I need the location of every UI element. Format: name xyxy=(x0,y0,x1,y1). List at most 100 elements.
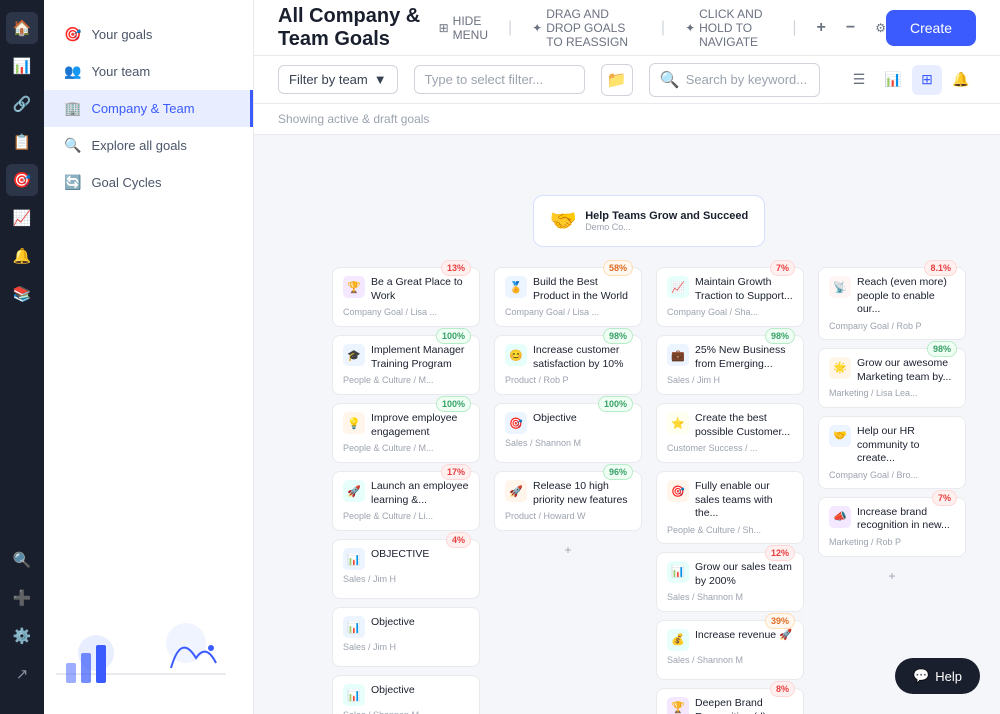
goal-meta: Sales / Jim H xyxy=(343,574,469,584)
goal-icon: 📊 xyxy=(343,616,365,638)
goal-card[interactable]: 58%🏅Build the Best Product in the WorldC… xyxy=(494,267,642,327)
goal-title: Be a Great Place to Work xyxy=(371,276,469,303)
goal-card[interactable]: 📊ObjectiveSales / Shannon M xyxy=(332,675,480,714)
goal-badge: 98% xyxy=(765,328,795,344)
icon-bar-book[interactable]: 📚 xyxy=(6,278,38,310)
goal-card[interactable]: 7%📣Increase brand recognition in new...M… xyxy=(818,497,966,557)
sidebar-item-your-goals[interactable]: 🎯 Your goals xyxy=(44,16,253,53)
sidebar-item-explore[interactable]: 🔍 Explore all goals xyxy=(44,127,253,164)
icon-bar-trending[interactable]: 📈 xyxy=(6,202,38,234)
create-button[interactable]: Create xyxy=(886,10,976,46)
goal-card[interactable]: 98%🌟Grow our awesome Marketing team by..… xyxy=(818,348,966,408)
goal-column-3: 7%📈Maintain Growth Traction to Support..… xyxy=(656,267,804,714)
list-view-btn[interactable]: ☰ xyxy=(844,65,874,95)
zoom-in-btn[interactable]: + xyxy=(817,19,826,37)
icon-bar-list[interactable]: 📋 xyxy=(6,126,38,158)
icon-bar-target[interactable]: 🎯 xyxy=(6,164,38,196)
navigate-btn[interactable]: ✦ CLICK AND HOLD TO NAVIGATE xyxy=(685,7,772,49)
goal-meta: People & Culture / M... xyxy=(343,375,469,385)
goal-meta: People & Culture / M... xyxy=(343,443,469,453)
sidebar-item-company-team[interactable]: 🏢 Company & Team xyxy=(44,90,253,127)
goal-badge: 96% xyxy=(603,464,633,480)
type-filter-input[interactable]: Type to select filter... xyxy=(414,65,585,94)
canvas-area[interactable]: 🤝 Help Teams Grow and Succeed Demo Co...… xyxy=(254,135,1000,714)
goal-icon: 😊 xyxy=(505,344,527,366)
icon-bar-settings[interactable]: ⚙️ xyxy=(6,620,38,652)
icon-bar-search[interactable]: 🔍 xyxy=(6,544,38,576)
search-input[interactable] xyxy=(686,72,809,87)
help-icon: 💬 xyxy=(913,668,929,684)
folder-icon: 📁 xyxy=(607,70,627,90)
drag-drop-btn[interactable]: ✦ DRAG AND DROP GOALS TO REASSIGN xyxy=(532,7,641,49)
nav-sep2: | xyxy=(661,19,665,37)
sidebar-item-your-team[interactable]: 👥 Your team xyxy=(44,53,253,90)
goal-card[interactable]: ⭐Create the best possible Customer...Cus… xyxy=(656,403,804,463)
goal-title: Launch an employee learning &... xyxy=(371,480,469,507)
filter-label: Filter by team xyxy=(289,72,368,87)
goal-card[interactable]: 96%🚀Release 10 high priority new feature… xyxy=(494,471,642,531)
grid-view-btn[interactable]: ⊞ xyxy=(912,65,942,95)
goal-badge: 100% xyxy=(436,396,471,412)
goal-meta: Company Goal / Lisa ... xyxy=(505,307,631,317)
search-box[interactable]: 🔍 xyxy=(649,63,820,97)
icon-bar-link[interactable]: 🔗 xyxy=(6,88,38,120)
goal-card[interactable]: 7%📈Maintain Growth Traction to Support..… xyxy=(656,267,804,327)
main-content: All Company & Team Goals ⊞ HIDE MENU | ✦… xyxy=(254,0,1000,714)
goal-card[interactable]: 12%📊Grow our sales team by 200%Sales / S… xyxy=(656,552,804,612)
sidebar-label-company-team: Company & Team xyxy=(91,101,194,116)
goal-card[interactable]: 100%🎯ObjectiveSales / Shannon M xyxy=(494,403,642,463)
add-goal-button[interactable]: + xyxy=(818,565,966,587)
goal-meta: People & Culture / Sh... xyxy=(667,525,793,535)
goal-title: Objective xyxy=(533,412,577,426)
icon-bar-bell[interactable]: 🔔 xyxy=(6,240,38,272)
goal-card[interactable]: 🎯Fully enable our sales teams with the..… xyxy=(656,471,804,544)
goal-card[interactable]: 8.1%📡Reach (even more) people to enable … xyxy=(818,267,966,340)
sidebar: 🎯 Your goals 👥 Your team 🏢 Company & Tea… xyxy=(44,0,254,714)
goal-card[interactable]: 98%💼25% New Business from Emerging...Sal… xyxy=(656,335,804,395)
goal-icon: 🏅 xyxy=(505,276,527,298)
hide-menu-btn[interactable]: ⊞ HIDE MENU xyxy=(439,14,488,42)
icon-bar-add[interactable]: ➕ xyxy=(6,582,38,614)
goal-card[interactable]: 8%🏆Deepen Brand Recognition (d)Sales / B… xyxy=(656,688,804,714)
goal-icon: 🏆 xyxy=(667,697,689,714)
goal-card[interactable]: 100%🎓Implement Manager Training ProgramP… xyxy=(332,335,480,395)
folder-button[interactable]: 📁 xyxy=(601,64,633,96)
goal-card[interactable]: 4%📊OBJECTIVESales / Jim H xyxy=(332,539,480,599)
filter-chevron-icon: ▼ xyxy=(374,72,387,87)
icon-bar-home[interactable]: 🏠 xyxy=(6,12,38,44)
goal-meta: Sales / Shannon M xyxy=(505,438,631,448)
goal-title: 25% New Business from Emerging... xyxy=(695,344,793,371)
goal-meta: Customer Success / ... xyxy=(667,443,793,453)
goal-title: Increase customer satisfaction by 10% xyxy=(533,344,631,371)
add-goal-button[interactable]: + xyxy=(494,539,642,561)
chart-view-btn[interactable]: 📊 xyxy=(878,65,908,95)
explore-icon: 🔍 xyxy=(64,137,81,154)
goal-meta: Company Goal / Lisa ... xyxy=(343,307,469,317)
goal-icon: 📊 xyxy=(667,561,689,583)
goal-title: Increase brand recognition in new... xyxy=(857,506,955,533)
goal-title: Maintain Growth Traction to Support... xyxy=(695,276,793,303)
zoom-out-btn[interactable]: − xyxy=(846,19,855,37)
top-parent-card[interactable]: 🤝 Help Teams Grow and Succeed Demo Co... xyxy=(533,195,765,247)
goal-card[interactable]: 📊ObjectiveSales / Jim H xyxy=(332,607,480,667)
filter-by-team-dropdown[interactable]: Filter by team ▼ xyxy=(278,65,398,94)
icon-bar-chart[interactable]: 📊 xyxy=(6,50,38,82)
goal-card[interactable]: 17%🚀Launch an employee learning &...Peop… xyxy=(332,471,480,531)
goal-badge: 7% xyxy=(770,260,795,276)
hide-menu-label: HIDE MENU xyxy=(453,14,488,42)
icon-bar-exit[interactable]: ↗ xyxy=(6,658,38,690)
goal-card[interactable]: 🤝Help our HR community to create...Compa… xyxy=(818,416,966,489)
top-parent-meta: Demo Co... xyxy=(585,222,748,232)
goal-icon: 🚀 xyxy=(343,480,365,502)
goal-card[interactable]: 13%🏆Be a Great Place to WorkCompany Goal… xyxy=(332,267,480,327)
goal-icon: 💡 xyxy=(343,412,365,434)
help-button[interactable]: 💬 Help xyxy=(895,658,980,694)
goal-icon: 🏆 xyxy=(343,276,365,298)
goal-card[interactable]: 98%😊Increase customer satisfaction by 10… xyxy=(494,335,642,395)
goal-card[interactable]: 39%💰Increase revenue 🚀Sales / Shannon M xyxy=(656,620,804,680)
bell-view-btn[interactable]: 🔔 xyxy=(946,65,976,95)
canvas-settings-btn[interactable]: ⚙ xyxy=(875,21,886,35)
goal-card[interactable]: 100%💡Improve employee engagementPeople &… xyxy=(332,403,480,463)
sidebar-item-cycles[interactable]: 🔄 Goal Cycles xyxy=(44,164,253,201)
goal-badge: 39% xyxy=(765,613,795,629)
